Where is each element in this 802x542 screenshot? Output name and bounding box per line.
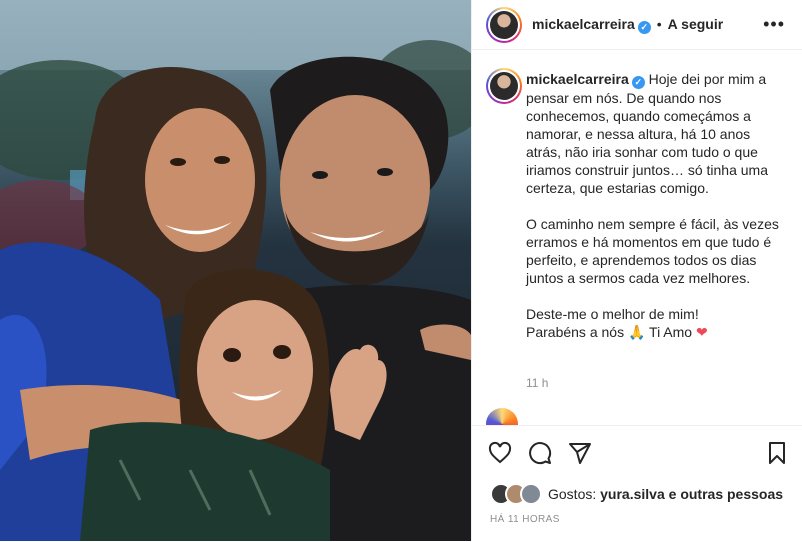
post-sidebar: mickaelcarreira ✓ • A seguir ••• mickaelcar… (471, 0, 802, 542)
like-heart-icon[interactable] (488, 441, 512, 465)
post-actions-bar: Gostos: yura.silva e outras pessoas HÁ 1… (472, 425, 802, 542)
red-heart-emoji-icon: ❤ (695, 324, 708, 340)
instagram-post-modal: mickaelcarreira ✓ • A seguir ••• mickaelcar… (0, 0, 802, 542)
caption-paragraph-1: Hoje dei por mim a pensar em nós. De qua… (526, 71, 768, 196)
caption-author-avatar[interactable] (486, 68, 522, 104)
post-photo[interactable] (0, 0, 471, 541)
post-header: mickaelcarreira ✓ • A seguir ••• (472, 0, 802, 50)
likes-others-link[interactable]: e outras pessoas (669, 486, 783, 502)
pray-emoji-icon: 🙏 (627, 324, 646, 340)
comment-row-partial[interactable] (486, 408, 786, 426)
likes-user-link[interactable]: yura.silva (600, 486, 665, 502)
caption-line-deste: Deste-me o melhor de mim! (526, 306, 699, 322)
header-user-line: mickaelcarreira ✓ • A seguir (532, 16, 723, 34)
commenter-avatar[interactable] (486, 408, 518, 426)
following-button[interactable]: A seguir (668, 16, 724, 32)
header-username[interactable]: mickaelcarreira (532, 16, 635, 32)
verified-badge-icon: ✓ (637, 21, 651, 34)
more-options-icon[interactable]: ••• (763, 14, 785, 35)
author-avatar[interactable] (486, 7, 522, 43)
separator-dot: • (656, 16, 662, 32)
share-paper-plane-icon[interactable] (568, 441, 592, 465)
post-timestamp[interactable]: HÁ 11 HORAS (490, 514, 560, 525)
likes-label: Gostos: (548, 486, 597, 502)
caption-time[interactable]: 11 h (526, 376, 548, 390)
verified-badge-icon: ✓ (631, 76, 645, 89)
comment-bubble-icon[interactable] (528, 441, 552, 465)
family-photo-illustration (0, 0, 471, 541)
save-bookmark-icon[interactable] (765, 441, 789, 465)
caption-paragraph-2: O caminho nem sempre é fácil, às vezes e… (526, 216, 779, 286)
post-caption: mickaelcarreira ✓ Hoje dei por mim a pens… (526, 70, 788, 341)
caption-line-parabens: Parabéns a nós (526, 324, 625, 340)
likes-summary: Gostos: yura.silva e outras pessoas (490, 483, 783, 505)
caption-ti-amo: Ti Amo (649, 324, 693, 340)
likers-avatars[interactable] (490, 483, 542, 505)
caption-username[interactable]: mickaelcarreira (526, 71, 629, 87)
